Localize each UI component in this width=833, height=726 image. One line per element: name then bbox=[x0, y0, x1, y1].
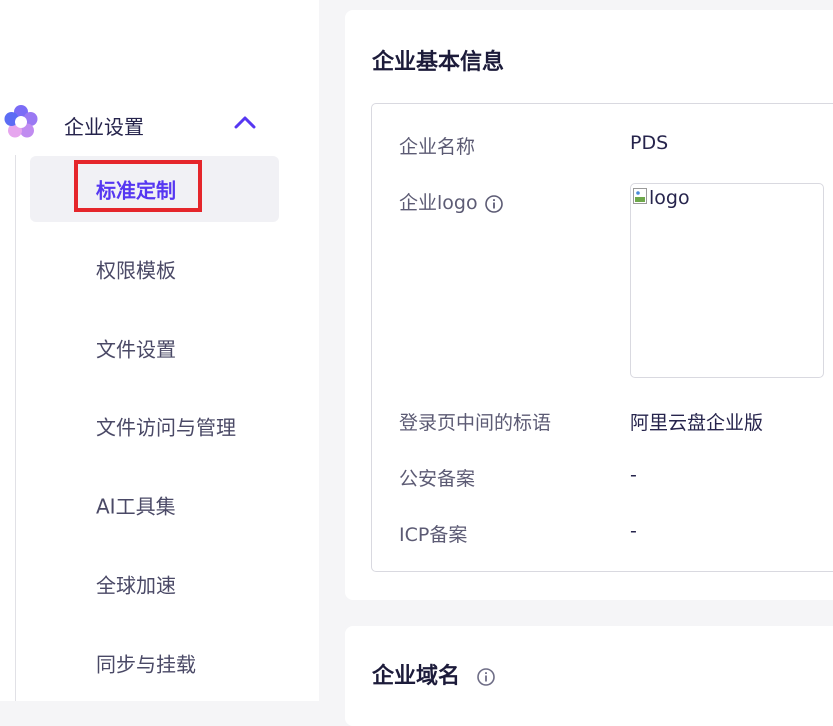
slogan-value: 阿里云盘企业版 bbox=[630, 412, 764, 434]
slogan-label: 登录页中间的标语 bbox=[399, 412, 552, 434]
icp-record-label: ICP备案 bbox=[399, 524, 468, 546]
sidebar-item-global-acceleration[interactable]: 全球加速 bbox=[30, 551, 279, 617]
police-record-value: - bbox=[630, 464, 637, 486]
enterprise-logo-label-row: 企业logo bbox=[399, 188, 504, 215]
enterprise-settings-group[interactable]: 企业设置 bbox=[0, 100, 319, 146]
police-record-label: 公安备案 bbox=[399, 468, 476, 490]
sidebar-item-label: 同步与挂载 bbox=[96, 652, 196, 677]
enterprise-domain-card: 企业域名 bbox=[345, 626, 833, 726]
basic-info-card: 企业基本信息 企业名称 PDS 企业logo logo 登录页中间的标语 阿里云… bbox=[345, 10, 833, 600]
info-icon[interactable] bbox=[484, 194, 504, 214]
enterprise-name-value: PDS bbox=[630, 132, 669, 154]
enterprise-logo-label: 企业logo bbox=[399, 192, 478, 214]
chevron-up-icon[interactable] bbox=[233, 112, 257, 132]
icp-record-value: - bbox=[630, 520, 637, 542]
enterprise-settings-label: 企业设置 bbox=[64, 115, 144, 139]
sidebar-item-label: 文件访问与管理 bbox=[96, 415, 236, 440]
sidebar-item-label: 标准定制 bbox=[96, 178, 176, 203]
sidebar-item-sync-mount[interactable]: 同步与挂载 bbox=[30, 630, 279, 696]
enterprise-name-label: 企业名称 bbox=[399, 136, 476, 158]
sidebar-item-label: 文件设置 bbox=[96, 337, 176, 362]
enterprise-logo-preview[interactable]: logo bbox=[630, 183, 824, 378]
sidebar-item-label: 权限模板 bbox=[96, 258, 176, 283]
sidebar-item-permission-templates[interactable]: 权限模板 bbox=[30, 236, 279, 302]
broken-image-icon bbox=[633, 188, 647, 204]
sidebar-item-label: AI工具集 bbox=[96, 494, 176, 519]
tree-line bbox=[15, 155, 16, 701]
basic-info-title: 企业基本信息 bbox=[372, 50, 505, 75]
enterprise-domain-title-row: 企业域名 bbox=[372, 658, 496, 690]
info-icon[interactable] bbox=[476, 667, 496, 687]
sidebar-item-label: 全球加速 bbox=[96, 573, 176, 598]
sidebar-item-file-settings[interactable]: 文件设置 bbox=[30, 315, 279, 381]
enterprise-domain-title: 企业域名 bbox=[372, 664, 461, 689]
sidebar-item-ai-tools[interactable]: AI工具集 bbox=[30, 472, 279, 538]
sidebar: 企业设置 标准定制 权限模板 文件设置 文件访问与管理 AI工具集 全球加速 同… bbox=[0, 0, 319, 701]
flower-logo-icon bbox=[4, 105, 38, 138]
basic-info-box: 企业名称 PDS 企业logo logo 登录页中间的标语 阿里云盘企业版 公安… bbox=[371, 103, 833, 572]
sidebar-item-standard-customization[interactable]: 标准定制 bbox=[30, 156, 279, 222]
logo-alt-text: logo bbox=[649, 187, 690, 209]
sidebar-item-file-access-management[interactable]: 文件访问与管理 bbox=[30, 393, 279, 459]
